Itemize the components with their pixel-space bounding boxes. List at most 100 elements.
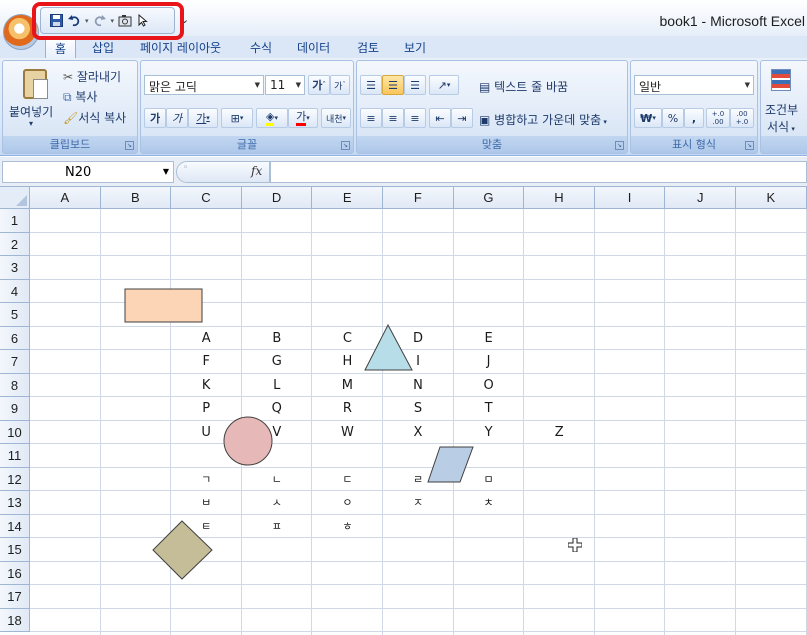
align-middle-icon[interactable]: ☰ — [382, 75, 404, 95]
formula-input[interactable] — [270, 161, 807, 183]
row-header-5[interactable]: 5 — [0, 303, 30, 327]
column-header-f[interactable]: F — [383, 187, 454, 209]
currency-button[interactable]: ₩ ▾ — [634, 108, 662, 128]
underline-button[interactable]: 가 ▾ — [188, 108, 218, 128]
row-header-12[interactable]: 12 — [0, 467, 30, 491]
select-all-button[interactable] — [0, 187, 30, 209]
format-painter-button[interactable]: 🖌서식 복사 — [63, 109, 126, 126]
cell-d8[interactable]: L — [242, 374, 312, 397]
conditional-format-icon[interactable] — [771, 69, 791, 91]
column-header-i[interactable]: I — [594, 187, 666, 209]
cell-g13[interactable]: ㅊ — [454, 491, 524, 514]
row-header-4[interactable]: 4 — [0, 279, 30, 303]
align-bottom-icon[interactable]: ☰ — [404, 75, 426, 95]
bold-button[interactable]: 가 — [144, 108, 166, 128]
tab-view[interactable]: 보기 — [404, 39, 426, 56]
paste-dropdown-icon[interactable]: ▾ — [29, 119, 33, 128]
cell-f13[interactable]: ㅈ — [383, 491, 453, 514]
column-header-a[interactable]: A — [30, 187, 101, 209]
row-header-2[interactable]: 2 — [0, 232, 30, 256]
name-box[interactable]: N20 ▼ — [2, 161, 174, 183]
cell-d14[interactable]: ㅍ — [242, 515, 312, 538]
tab-formulas[interactable]: 수식 — [250, 39, 272, 56]
cell-c13[interactable]: ㅂ — [171, 491, 241, 514]
borders-button[interactable]: ⊞ ▾ — [221, 108, 253, 128]
tab-review[interactable]: 검토 — [357, 39, 379, 56]
column-header-g[interactable]: G — [453, 187, 525, 209]
cell-f10[interactable]: X — [383, 421, 453, 444]
redo-dropdown-icon[interactable]: ▾ — [111, 17, 115, 25]
row-header-18[interactable]: 18 — [0, 608, 30, 632]
triangle-shape[interactable] — [364, 324, 414, 372]
redo-icon[interactable] — [93, 14, 107, 28]
cell-h10[interactable]: Z — [524, 421, 594, 444]
row-header-14[interactable]: 14 — [0, 514, 30, 538]
italic-button[interactable]: 가 — [166, 108, 188, 128]
tab-home[interactable]: 홈 — [45, 36, 77, 59]
decrease-indent-icon[interactable]: ⇤ — [429, 108, 451, 128]
camera-icon[interactable] — [118, 14, 132, 28]
number-launcher-icon[interactable]: ↘ — [745, 141, 754, 150]
rectangle-shape[interactable] — [124, 288, 204, 324]
conditional-format-label-2[interactable]: 서식 ▾ — [767, 118, 795, 135]
font-launcher-icon[interactable]: ↘ — [341, 141, 350, 150]
column-header-d[interactable]: D — [241, 187, 313, 209]
cell-d7[interactable]: G — [242, 350, 312, 373]
cell-g6[interactable]: E — [454, 327, 524, 350]
grow-font-button[interactable]: 가ˆ — [308, 75, 330, 95]
alignment-launcher-icon[interactable]: ↘ — [615, 141, 624, 150]
column-header-h[interactable]: H — [524, 187, 595, 209]
align-top-icon[interactable]: ☰ — [360, 75, 382, 95]
align-left-icon[interactable]: ≡ — [360, 108, 382, 128]
font-size-combo[interactable]: 11 ▼ — [265, 75, 305, 95]
cell-d6[interactable]: B — [242, 327, 312, 350]
paste-button[interactable]: 붙여넣기 — [9, 103, 53, 120]
cell-c7[interactable]: F — [171, 350, 241, 373]
conditional-format-button[interactable]: 조건부 — [765, 101, 798, 118]
paste-icon[interactable] — [23, 69, 48, 99]
row-header-3[interactable]: 3 — [0, 256, 30, 280]
column-header-k[interactable]: K — [736, 187, 807, 209]
undo-dropdown-icon[interactable]: ▾ — [85, 17, 89, 25]
cell-e8[interactable]: M — [312, 374, 382, 397]
row-header-7[interactable]: 7 — [0, 350, 30, 374]
cell-g8[interactable]: O — [454, 374, 524, 397]
fill-color-button[interactable]: ◈ ▾ — [256, 108, 288, 128]
row-header-9[interactable]: 9 — [0, 397, 30, 421]
cell-g9[interactable]: T — [454, 397, 524, 420]
cell-f8[interactable]: N — [383, 374, 453, 397]
resize-handle-icon[interactable]: ◦ — [183, 163, 188, 173]
cell-g7[interactable]: J — [454, 350, 524, 373]
percent-button[interactable]: % — [662, 108, 684, 128]
worksheet-grid[interactable]: A B C D E F G H I J K 1 2 3 4 5 6 7 8 9 10 11 12 13 14 15 16 17 18 A B… — [0, 187, 807, 635]
cell-c6[interactable]: A — [171, 327, 241, 350]
cell-f9[interactable]: S — [383, 397, 453, 420]
font-name-combo[interactable]: 맑은 고딕 ▼ — [144, 75, 264, 95]
wrap-text-button[interactable]: ▤ 텍스트 줄 바꿈 — [479, 78, 568, 95]
tab-page-layout[interactable]: 페이지 레이아웃 — [140, 39, 221, 56]
increase-indent-icon[interactable]: ⇥ — [451, 108, 473, 128]
column-header-b[interactable]: B — [100, 187, 172, 209]
tab-insert[interactable]: 삽입 — [92, 39, 114, 56]
cell-d12[interactable]: ㄴ — [242, 468, 312, 491]
row-header-17[interactable]: 17 — [0, 585, 30, 609]
increase-decimal-button[interactable]: +.0 .00 — [706, 108, 730, 128]
cut-button[interactable]: ✂ 잘라내기 — [63, 68, 121, 85]
number-format-combo[interactable]: 일반 ▼ — [634, 75, 754, 95]
orientation-icon[interactable]: ↗ ▾ — [429, 75, 459, 95]
cell-d13[interactable]: ㅅ — [242, 491, 312, 514]
row-header-1[interactable]: 1 — [0, 209, 30, 233]
merge-center-button[interactable]: ▣ 병합하고 가운데 맞춤 ▾ — [479, 111, 607, 128]
font-color-button[interactable]: 가 ▾ — [288, 108, 318, 128]
align-center-icon[interactable]: ≡ — [382, 108, 404, 128]
row-header-16[interactable]: 16 — [0, 561, 30, 585]
cell-c8[interactable]: K — [171, 374, 241, 397]
tab-data[interactable]: 데이터 — [297, 39, 330, 56]
copy-button[interactable]: ⧉ 복사 — [63, 88, 97, 105]
row-header-11[interactable]: 11 — [0, 444, 30, 468]
row-header-6[interactable]: 6 — [0, 326, 30, 350]
diamond-shape[interactable] — [152, 520, 214, 580]
cell-e10[interactable]: W — [312, 421, 382, 444]
undo-icon[interactable] — [67, 14, 81, 28]
shrink-font-button[interactable]: 가ˇ — [330, 75, 350, 95]
